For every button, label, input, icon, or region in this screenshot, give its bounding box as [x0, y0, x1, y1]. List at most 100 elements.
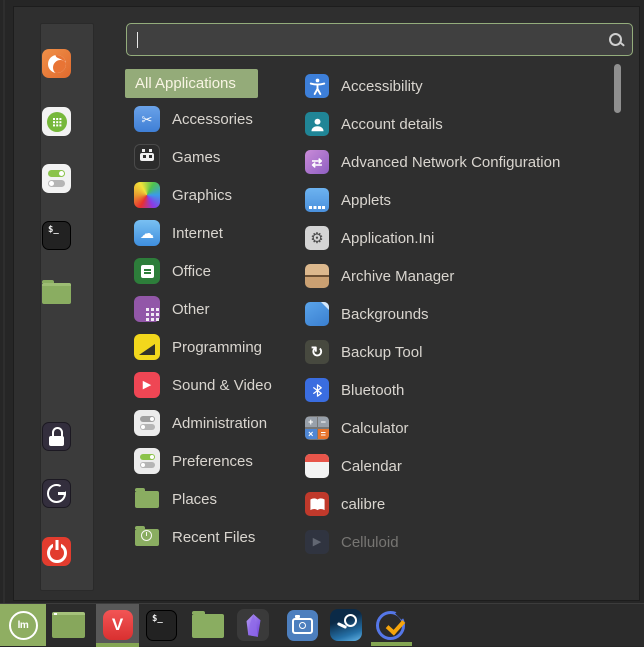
search-icon: [609, 33, 622, 46]
desktop-edge: [3, 0, 5, 604]
app-label: calibre: [341, 495, 386, 513]
sidebar-item-log-out[interactable]: [42, 479, 71, 508]
panel-terminal-button[interactable]: $_: [146, 610, 177, 641]
sidebar-item-shut-down[interactable]: [42, 537, 71, 566]
app-label: Account details: [341, 115, 443, 133]
app-accessibility[interactable]: Accessibility: [296, 67, 606, 105]
sidebar-item-system-settings[interactable]: [42, 164, 71, 193]
app-backup-tool[interactable]: ↻ Backup Tool: [296, 333, 606, 371]
ramp-icon: [134, 334, 160, 360]
app-label: Applets: [341, 191, 392, 209]
folder-icon: [134, 486, 160, 512]
running-indicator: [371, 642, 412, 646]
category-label: Games: [172, 148, 221, 166]
obsidian-crystal-icon: [246, 613, 260, 637]
logout-icon: [47, 484, 66, 503]
app-label: Calendar: [341, 457, 402, 475]
mint-logo-icon: lm: [8, 610, 38, 640]
app-archive-manager[interactable]: Archive Manager: [296, 257, 606, 295]
app-backgrounds[interactable]: Backgrounds: [296, 295, 606, 333]
sidebar-item-firefox[interactable]: [42, 49, 71, 78]
category-label: Preferences: [172, 452, 253, 470]
category-other[interactable]: Other: [125, 290, 310, 328]
category-recent-files[interactable]: Recent Files: [125, 518, 310, 556]
lock-icon: [49, 427, 64, 446]
scissors-icon: ✂: [134, 106, 160, 132]
panel-files-button[interactable]: [192, 611, 224, 638]
panel-todo-app-button[interactable]: [374, 609, 406, 641]
app-label: Backup Tool: [341, 343, 423, 361]
terminal-icon: $_: [152, 614, 163, 624]
category-all-applications[interactable]: All Applications: [125, 69, 258, 98]
category-accessories[interactable]: ✂ Accessories: [125, 100, 310, 138]
dot-grid-icon: [134, 296, 160, 322]
category-label: Other: [172, 300, 210, 318]
app-calculator[interactable]: + − × = Calculator: [296, 409, 606, 447]
panel-vivaldi-button[interactable]: V: [96, 604, 139, 647]
sidebar-item-files[interactable]: [42, 279, 71, 308]
power-icon: [46, 543, 67, 563]
calculator-icon: + − × =: [305, 416, 329, 440]
folder-icon: [192, 611, 224, 638]
app-calibre[interactable]: calibre: [296, 485, 606, 523]
category-administration[interactable]: Administration: [125, 404, 310, 442]
app-label: Backgrounds: [341, 305, 429, 323]
category-label: All Applications: [135, 75, 236, 92]
calendar-icon: [305, 454, 329, 478]
sidebar-item-terminal[interactable]: $_: [42, 221, 71, 250]
app-calendar[interactable]: Calendar: [296, 447, 606, 485]
app-label: Celluloid: [341, 533, 399, 551]
network-arrows-icon: ⇄: [305, 150, 329, 174]
app-label: Accessibility: [341, 77, 423, 95]
panel-show-desktop-button[interactable]: [52, 612, 85, 638]
scrollbar-thumb[interactable]: [614, 64, 621, 113]
desktop: $_ All Applications ✂ Accessories Games …: [0, 0, 644, 647]
app-bluetooth[interactable]: Bluetooth: [296, 371, 606, 409]
gear-icon: ⚙: [305, 226, 329, 250]
media-player-icon: ▶: [305, 530, 329, 554]
sidebar-item-software-manager[interactable]: [42, 107, 71, 136]
app-application-ini[interactable]: ⚙ Application.Ini: [296, 219, 606, 257]
panel-menu-button[interactable]: lm: [0, 604, 46, 646]
category-label: Recent Files: [172, 528, 256, 546]
category-programming[interactable]: Programming: [125, 328, 310, 366]
category-label: Administration: [172, 414, 268, 432]
firefox-icon: [47, 54, 66, 73]
wallpaper-icon: [305, 302, 329, 326]
check-circle-icon: [375, 610, 405, 640]
play-icon: ▶: [134, 372, 160, 398]
category-internet[interactable]: ☁ Internet: [125, 214, 310, 252]
terminal-icon: $_: [48, 225, 59, 235]
category-graphics[interactable]: Graphics: [125, 176, 310, 214]
panel-steam-button[interactable]: [330, 609, 362, 641]
panel-screenshot-button[interactable]: [287, 610, 318, 641]
panel-applets-icon: [305, 188, 329, 212]
rainbow-icon: [134, 182, 160, 208]
app-applets[interactable]: Applets: [296, 181, 606, 219]
category-preferences[interactable]: Preferences: [125, 442, 310, 480]
sidebar-item-lock-screen[interactable]: [42, 422, 71, 451]
steam-icon: [344, 614, 357, 627]
category-office[interactable]: Office: [125, 252, 310, 290]
app-label: Archive Manager: [341, 267, 455, 285]
category-label: Programming: [172, 338, 263, 356]
mint-menu-popup: $_ All Applications ✂ Accessories Games …: [13, 6, 640, 601]
app-label: Bluetooth: [341, 381, 405, 399]
accessibility-icon: [305, 74, 329, 98]
cloud-icon: ☁: [134, 220, 160, 246]
category-games[interactable]: Games: [125, 138, 310, 176]
app-label: Application.Ini: [341, 229, 435, 247]
app-celluloid[interactable]: ▶ Celluloid: [296, 523, 606, 561]
category-sound-video[interactable]: ▶ Sound & Video: [125, 366, 310, 404]
desktop-window-icon: [52, 612, 85, 638]
panel-obsidian-button[interactable]: [237, 609, 269, 641]
search-bar[interactable]: [126, 23, 633, 56]
search-input[interactable]: [138, 30, 609, 49]
category-places[interactable]: Places: [125, 480, 310, 518]
app-advanced-network-configuration[interactable]: ⇄ Advanced Network Configuration: [296, 143, 606, 181]
toggles-green-icon: [134, 448, 160, 474]
camera-icon: [292, 614, 313, 634]
space-invader-icon: [134, 144, 160, 170]
app-account-details[interactable]: Account details: [296, 105, 606, 143]
taskbar-panel: lm V $_: [0, 603, 644, 647]
